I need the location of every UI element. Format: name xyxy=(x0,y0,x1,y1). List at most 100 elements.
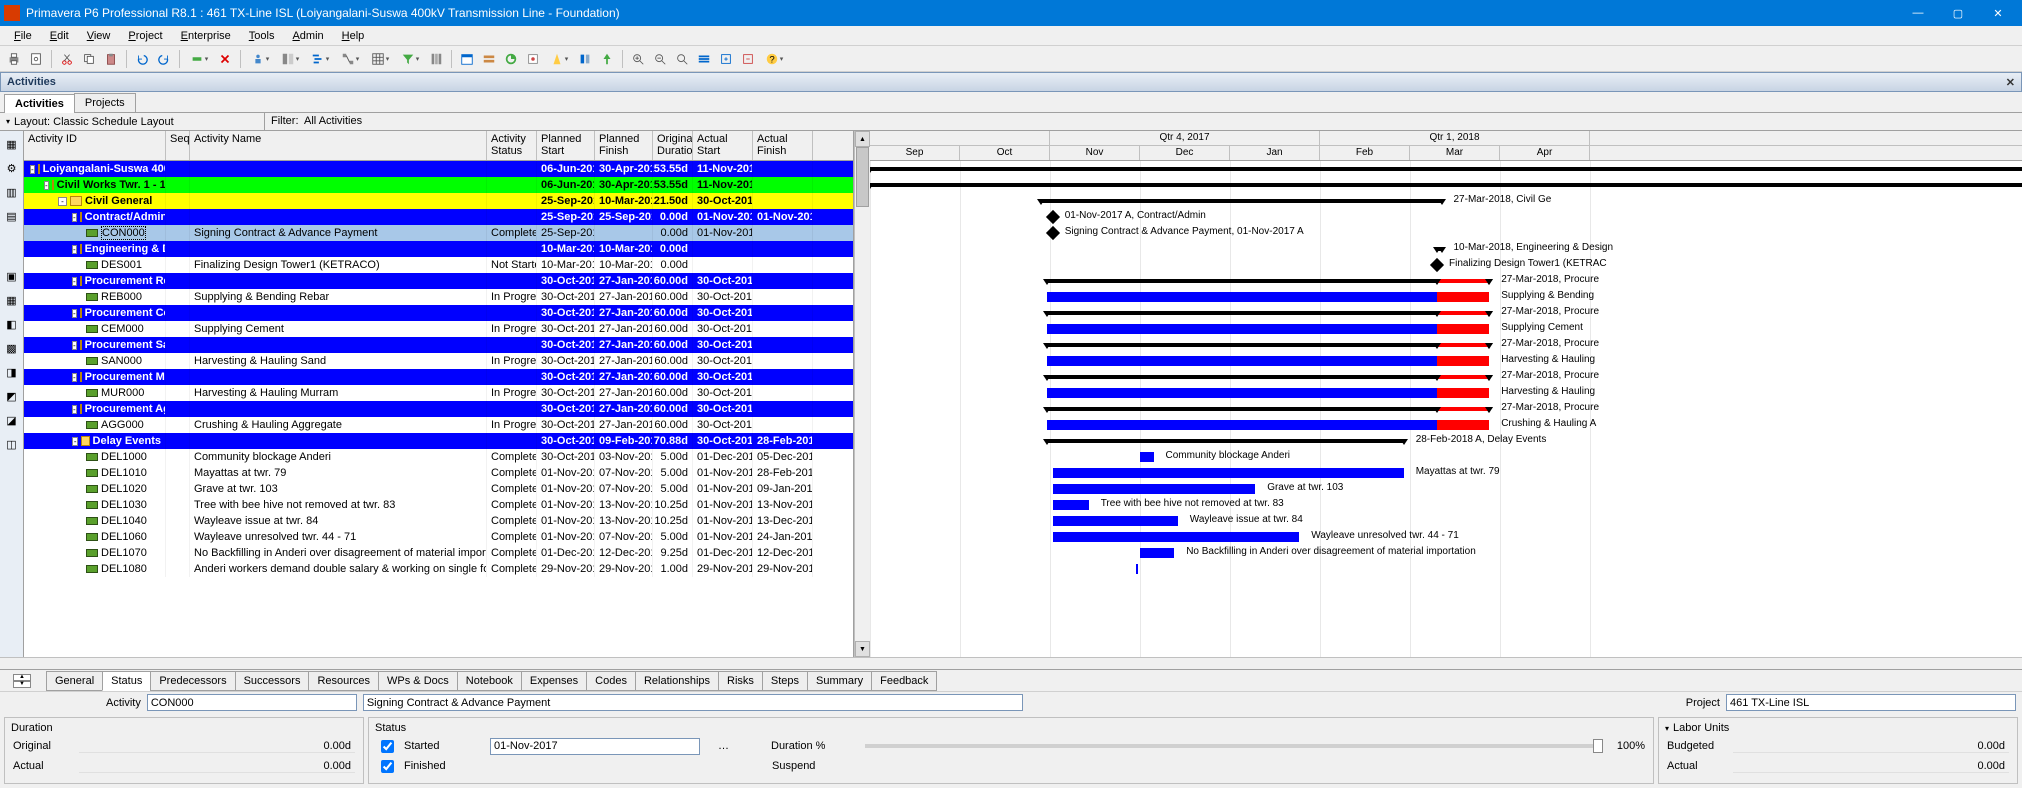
detail-tab-relationships[interactable]: Relationships xyxy=(635,671,719,691)
gantt-row[interactable] xyxy=(870,561,2022,577)
duration-pct-slider[interactable] xyxy=(865,744,1603,748)
activity-row[interactable]: DEL1080Anderi workers demand double sala… xyxy=(24,561,853,577)
activity-row[interactable]: CEM000Supplying CementIn Progress30-Oct-… xyxy=(24,321,853,337)
detail-tab-general[interactable]: General xyxy=(46,671,103,691)
date-picker-icon[interactable]: … xyxy=(718,740,729,752)
activity-row[interactable]: DEL1060Wayleave unresolved twr. 44 - 71C… xyxy=(24,529,853,545)
gantt-chart[interactable]: Qtr 4, 2017Qtr 1, 2018SepOctNovDecJanFeb… xyxy=(870,131,2022,657)
scroll-thumb[interactable] xyxy=(856,147,869,207)
wbs-row[interactable]: -Procurement Aggregate30-Oct-201727-Jan-… xyxy=(24,401,853,417)
gantt-row[interactable]: Tree with bee hive not removed at twr. 8… xyxy=(870,497,2022,513)
started-checkbox[interactable] xyxy=(381,740,394,753)
wbs-row[interactable]: -Procurement Rebar30-Oct-201727-Jan-2018… xyxy=(24,273,853,289)
spotlight-icon[interactable]: ▾ xyxy=(545,49,573,69)
filter-display[interactable]: Filter: All Activities xyxy=(265,113,2022,130)
detail-tab-codes[interactable]: Codes xyxy=(586,671,636,691)
col-id[interactable]: Activity ID xyxy=(24,131,166,160)
cut-icon[interactable] xyxy=(57,49,77,69)
dock-activities-icon[interactable]: ▦ xyxy=(3,291,21,309)
col-ps[interactable]: Planned Start xyxy=(537,131,595,160)
wbs-row[interactable]: -Procurement Murram30-Oct-201727-Jan-201… xyxy=(24,369,853,385)
gantt-row[interactable]: Signing Contract & Advance Payment, 01-N… xyxy=(870,225,2022,241)
paste-icon[interactable] xyxy=(101,49,121,69)
scroll-down-icon[interactable]: ▼ xyxy=(855,641,870,657)
vertical-scrollbar[interactable]: ▲ ▼ xyxy=(854,131,870,657)
dock-issues-icon[interactable]: ◪ xyxy=(3,411,21,429)
copy-icon[interactable] xyxy=(79,49,99,69)
scroll-up-icon[interactable]: ▲ xyxy=(855,131,870,147)
activity-id-field[interactable] xyxy=(147,694,357,711)
zoomin-icon[interactable] xyxy=(628,49,648,69)
maximize-button[interactable]: ▢ xyxy=(1938,0,1978,26)
gantt-row[interactable]: Supplying & Bending xyxy=(870,289,2022,305)
col-od[interactable]: Original Duration xyxy=(653,131,693,160)
activity-row[interactable]: MUR000Harvesting & Hauling MurramIn Prog… xyxy=(24,385,853,401)
gantt-row[interactable]: Supplying Cement xyxy=(870,321,2022,337)
dock-reports-icon[interactable]: ▥ xyxy=(3,183,21,201)
project-field[interactable] xyxy=(1726,694,2016,711)
table-icon[interactable]: ▾ xyxy=(366,49,394,69)
menu-admin[interactable]: Admin xyxy=(284,28,331,44)
wbs-row[interactable]: -Procurement Cement30-Oct-201727-Jan-201… xyxy=(24,305,853,321)
gantt-row[interactable]: Crushing & Hauling A xyxy=(870,417,2022,433)
activity-row[interactable]: DEL1030Tree with bee hive not removed at… xyxy=(24,497,853,513)
activity-row[interactable]: CON000Signing Contract & Advance Payment… xyxy=(24,225,853,241)
detail-tab-resources[interactable]: Resources xyxy=(308,671,379,691)
dock-expenses-icon[interactable]: ◨ xyxy=(3,363,21,381)
layout-selector[interactable]: ▾ Layout: Classic Schedule Layout xyxy=(0,113,265,130)
menu-enterprise[interactable]: Enterprise xyxy=(173,28,239,44)
tab-activities[interactable]: Activities xyxy=(4,94,75,113)
gantt-row[interactable]: 27-Mar-2018, Procure xyxy=(870,337,2022,353)
layout-icon[interactable]: ▾ xyxy=(276,49,304,69)
store-period-icon[interactable] xyxy=(523,49,543,69)
menu-project[interactable]: Project xyxy=(120,28,170,44)
gantt-row[interactable] xyxy=(870,161,2022,177)
gantt-row[interactable]: Wayleave unresolved twr. 44 - 71 xyxy=(870,529,2022,545)
dock-assignments-icon[interactable]: ◧ xyxy=(3,315,21,333)
gantt-row[interactable]: Community blockage Anderi xyxy=(870,449,2022,465)
dock-wps-icon[interactable]: ▩ xyxy=(3,339,21,357)
col-seq[interactable]: Seq xyxy=(166,131,190,160)
finished-checkbox[interactable] xyxy=(381,760,394,773)
detail-tab-notebook[interactable]: Notebook xyxy=(457,671,522,691)
gantt-body[interactable]: 27-Mar-2018, Civil Ge01-Nov-2017 A, Cont… xyxy=(870,161,2022,657)
network-icon[interactable]: ▾ xyxy=(336,49,364,69)
add-activity-icon[interactable]: ▾ xyxy=(185,49,213,69)
wbs-row[interactable]: -Loiyangalani-Suswa 400kV Transmission L… xyxy=(24,161,853,177)
tab-projects[interactable]: Projects xyxy=(74,93,136,112)
gantt-row[interactable]: 27-Mar-2018, Civil Ge xyxy=(870,193,2022,209)
help-icon[interactable]: ?▾ xyxy=(760,49,788,69)
activity-row[interactable]: SAN000Harvesting & Hauling SandIn Progre… xyxy=(24,353,853,369)
detail-tab-successors[interactable]: Successors xyxy=(235,671,310,691)
gantt-row[interactable]: Wayleave issue at twr. 84 xyxy=(870,513,2022,529)
activity-row[interactable]: DES001Finalizing Design Tower1 (KETRACO)… xyxy=(24,257,853,273)
panel-close-icon[interactable]: ✕ xyxy=(2006,76,2015,89)
zoomfit-icon[interactable] xyxy=(672,49,692,69)
wbs-row[interactable]: -Civil Works Twr. 1 - 13306-Jun-201730-A… xyxy=(24,177,853,193)
activity-row[interactable]: DEL1020Grave at twr. 103Completed01-Nov-… xyxy=(24,481,853,497)
undo-icon[interactable] xyxy=(132,49,152,69)
menu-view[interactable]: View xyxy=(79,28,119,44)
gantt-row[interactable]: Harvesting & Hauling xyxy=(870,385,2022,401)
level-icon[interactable] xyxy=(479,49,499,69)
dock-wbs-icon[interactable]: ▣ xyxy=(3,267,21,285)
activity-row[interactable]: DEL1000Community blockage AnderiComplete… xyxy=(24,449,853,465)
activity-row[interactable]: DEL1040Wayleave issue at twr. 84Complete… xyxy=(24,513,853,529)
gantt-row[interactable]: 28-Feb-2018 A, Delay Events xyxy=(870,433,2022,449)
gantt-row[interactable]: 27-Mar-2018, Procure xyxy=(870,401,2022,417)
collapseall-icon[interactable] xyxy=(738,49,758,69)
delete-icon[interactable] xyxy=(215,49,235,69)
detail-tab-risks[interactable]: Risks xyxy=(718,671,763,691)
started-date-field[interactable] xyxy=(490,738,700,755)
dock-projects-icon[interactable]: ▦ xyxy=(3,135,21,153)
showall-icon[interactable] xyxy=(694,49,714,69)
menu-edit[interactable]: Edit xyxy=(42,28,77,44)
topdown-icon[interactable] xyxy=(597,49,617,69)
gantt-row[interactable]: No Backfilling in Anderi over disagreeme… xyxy=(870,545,2022,561)
activity-row[interactable]: DEL1070No Backfilling in Anderi over dis… xyxy=(24,545,853,561)
menu-help[interactable]: Help xyxy=(334,28,373,44)
zoomout-icon[interactable] xyxy=(650,49,670,69)
menu-file[interactable]: File xyxy=(6,28,40,44)
col-status[interactable]: Activity Status xyxy=(487,131,537,160)
detail-tab-status[interactable]: Status xyxy=(102,671,151,691)
